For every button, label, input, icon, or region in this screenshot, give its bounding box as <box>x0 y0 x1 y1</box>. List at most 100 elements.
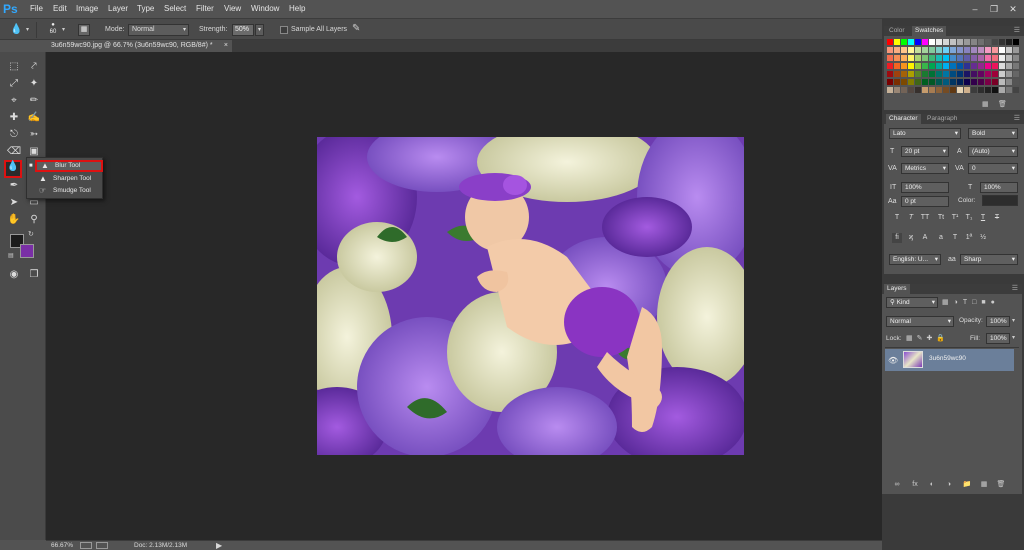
swatch[interactable] <box>936 39 942 45</box>
swatch[interactable] <box>908 87 914 93</box>
swatch[interactable] <box>1006 55 1012 61</box>
swatch[interactable] <box>1006 71 1012 77</box>
blur-tool-icon[interactable]: 💧 <box>4 160 22 178</box>
brush-panel-icon[interactable]: ▦ <box>78 24 90 36</box>
strikethrough-icon[interactable]: T <box>992 213 1002 223</box>
ordinals-icon[interactable]: 1ª <box>964 233 974 243</box>
swatch[interactable] <box>922 87 928 93</box>
swatch[interactable] <box>929 39 935 45</box>
opacity-field[interactable]: 100% <box>986 316 1010 327</box>
swatch[interactable] <box>887 71 893 77</box>
faux-italic-icon[interactable]: T <box>906 213 916 223</box>
swatch[interactable] <box>957 55 963 61</box>
path-selection-icon[interactable]: ➤ <box>7 196 21 210</box>
fractions-icon[interactable]: ½ <box>978 233 988 243</box>
swatch[interactable] <box>929 87 935 93</box>
swatch[interactable] <box>985 39 991 45</box>
swatch[interactable] <box>943 71 949 77</box>
swatch[interactable] <box>992 87 998 93</box>
eye-visibility-icon[interactable]: 👁 <box>888 356 898 365</box>
pressure-brush-icon[interactable]: ✎ <box>352 23 360 34</box>
swatch[interactable] <box>894 39 900 45</box>
close-tab-icon[interactable]: × <box>224 40 228 52</box>
tab-color[interactable]: Color <box>886 26 908 36</box>
fill-field[interactable]: 100% <box>986 333 1010 344</box>
swatch[interactable] <box>985 47 991 53</box>
swatch[interactable] <box>971 39 977 45</box>
swatch[interactable] <box>957 63 963 69</box>
brush-size-preview[interactable]: ● 60 <box>46 22 60 39</box>
swatch[interactable] <box>936 55 942 61</box>
swatch[interactable] <box>992 47 998 53</box>
swatch[interactable] <box>992 39 998 45</box>
swatch[interactable] <box>1013 71 1019 77</box>
text-color-swatch[interactable] <box>982 195 1018 206</box>
font-size-field[interactable]: 20 pt ▾ <box>901 146 949 157</box>
swatch[interactable] <box>922 47 928 53</box>
stylistic-alternates-icon[interactable]: a <box>936 233 946 243</box>
horizontal-scale-field[interactable]: 100% <box>980 182 1018 193</box>
flyout-sharpen-tool[interactable]: ▲ Sharpen Tool <box>35 173 103 185</box>
pen-tool-icon[interactable]: ✒ <box>7 179 21 193</box>
swatch[interactable] <box>908 63 914 69</box>
swatch[interactable] <box>929 71 935 77</box>
swatch[interactable] <box>964 71 970 77</box>
swatch[interactable] <box>936 63 942 69</box>
swatch[interactable] <box>922 55 928 61</box>
default-colors-icon[interactable]: ▤ <box>8 252 14 259</box>
swatch[interactable] <box>922 79 928 85</box>
swatch[interactable] <box>943 39 949 45</box>
move-tool-icon[interactable]: ⤤ <box>27 60 41 74</box>
swap-colors-icon[interactable]: ↻ <box>28 230 34 238</box>
swatch[interactable] <box>887 39 893 45</box>
swatch[interactable] <box>957 79 963 85</box>
swatch[interactable] <box>922 39 928 45</box>
quick-selection-icon[interactable]: ✦ <box>27 77 41 91</box>
swatch[interactable] <box>964 87 970 93</box>
strength-slider-button[interactable]: ▾ <box>255 24 264 36</box>
adjustment-layer-icon[interactable]: ◑ <box>944 480 954 490</box>
swatch[interactable] <box>1013 55 1019 61</box>
swatch[interactable] <box>1006 47 1012 53</box>
document-image[interactable] <box>317 137 744 455</box>
swatch[interactable] <box>943 79 949 85</box>
swatch[interactable] <box>943 87 949 93</box>
swatch[interactable] <box>964 79 970 85</box>
swatch[interactable] <box>971 63 977 69</box>
menu-filter[interactable]: Filter <box>196 0 214 18</box>
swatch[interactable] <box>943 63 949 69</box>
swatch[interactable] <box>950 39 956 45</box>
swatch[interactable] <box>908 79 914 85</box>
swatch[interactable] <box>901 39 907 45</box>
tab-layers[interactable]: Layers <box>884 284 910 294</box>
zoom-level[interactable]: 66.67% <box>51 541 73 550</box>
close-window-icon[interactable]: ✕ <box>1006 2 1020 16</box>
ligatures-icon[interactable]: fi <box>892 233 902 243</box>
swatch[interactable] <box>894 87 900 93</box>
swatch[interactable] <box>999 39 1005 45</box>
quick-mask-icon[interactable]: ◉ <box>7 268 21 282</box>
swatch[interactable] <box>978 39 984 45</box>
swatch[interactable] <box>1013 79 1019 85</box>
swatch[interactable] <box>922 71 928 77</box>
swatch[interactable] <box>936 71 942 77</box>
swatch[interactable] <box>887 63 893 69</box>
crop-tool-icon[interactable]: ⌖ <box>7 94 21 108</box>
delete-layer-icon[interactable]: 🗑 <box>996 480 1006 490</box>
swatch[interactable] <box>978 47 984 53</box>
swatch[interactable] <box>894 47 900 53</box>
swatch[interactable] <box>964 39 970 45</box>
swatch[interactable] <box>957 71 963 77</box>
zoom-tool-icon[interactable]: ⚲ <box>27 213 41 227</box>
layer-filter-select[interactable]: ⚲ Kind ▾ <box>886 297 938 308</box>
swatch[interactable] <box>1013 47 1019 53</box>
swatch[interactable] <box>999 47 1005 53</box>
swatch[interactable] <box>999 71 1005 77</box>
old-style-icon[interactable]: ϗ <box>906 233 916 243</box>
swatch[interactable] <box>908 39 914 45</box>
menu-type[interactable]: Type <box>137 0 154 18</box>
swatch[interactable] <box>985 71 991 77</box>
clone-stamp-icon[interactable]: ⎋ <box>7 128 21 142</box>
swatch[interactable] <box>901 79 907 85</box>
menu-help[interactable]: Help <box>289 0 305 18</box>
